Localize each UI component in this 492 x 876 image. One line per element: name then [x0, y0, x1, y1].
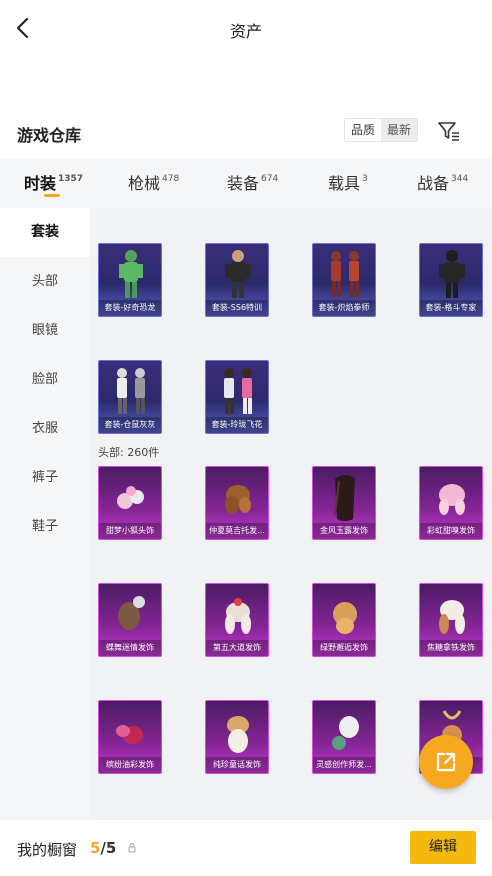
suit-card[interactable]: 套装-玲珑飞花 [205, 360, 269, 434]
suit-figure-icon [225, 250, 251, 298]
sidebar-item-head[interactable]: 头部 [0, 257, 90, 306]
head-item-card[interactable]: 仲夏莫吉托发... [205, 466, 269, 540]
tab-count: 344 [451, 174, 469, 184]
suit-figure-icon [331, 251, 359, 297]
hair-accessory-icon [332, 716, 359, 750]
page-title: 资产 [229, 22, 262, 41]
suit-card[interactable]: 套装-SS6特训 [205, 243, 269, 317]
item-name: 蝶舞迷情发饰 [99, 640, 161, 656]
sidebar-item-pants[interactable]: 裤子 [0, 453, 90, 502]
showcase-current: 5 [90, 839, 101, 857]
suit-card[interactable]: 套装-好奇恐龙 [98, 243, 162, 317]
sidebar-item-clothes[interactable]: 衣服 [0, 404, 90, 453]
nav-bar: 资产 [0, 0, 492, 58]
tab-supplies[interactable]: 战备 344 [417, 170, 468, 194]
suit-card[interactable]: 套装-炽焰拳师 [312, 243, 376, 317]
head-item-card[interactable]: 甜梦小狐头饰 [98, 466, 162, 540]
suit-card[interactable]: 套装-仓鼠灰灰 [98, 360, 162, 434]
item-name: 焦糖拿铁发饰 [420, 640, 482, 656]
share-external-icon [436, 752, 456, 772]
showcase-label: 我的橱窗 [17, 841, 78, 859]
lock-icon [128, 842, 136, 853]
head-item-card[interactable]: 灵感创作师发... [312, 700, 376, 774]
tab-label: 装备 [227, 174, 260, 193]
warehouse-title: 游戏仓库 [17, 126, 82, 145]
suit-card[interactable]: 套装-格斗专家 [419, 243, 483, 317]
hair-accessory-icon [227, 716, 249, 753]
active-tab-indicator [44, 194, 60, 197]
hair-accessory-icon [117, 486, 144, 509]
item-name: 套装-格斗专家 [420, 300, 482, 316]
sort-latest-button[interactable]: 最新 [381, 119, 418, 141]
tab-fashion[interactable]: 时装 1357 [24, 170, 83, 194]
tab-equipment[interactable]: 装备 674 [227, 170, 278, 194]
suit-figure-icon [439, 250, 465, 298]
item-name: 套装-炽焰拳师 [313, 300, 375, 316]
tab-label: 时装 [24, 174, 57, 193]
head-item-card[interactable]: 第五大道发饰 [205, 583, 269, 657]
hair-accessory-icon [333, 602, 357, 634]
tab-guns[interactable]: 枪械 478 [128, 170, 179, 194]
share-fab-button[interactable] [419, 735, 473, 789]
tab-count: 1357 [58, 174, 84, 184]
category-sidebar: 套装 头部 眼镜 脸部 衣服 裤子 鞋子 [0, 208, 90, 820]
head-item-card[interactable]: 缤纷油彩发饰 [98, 700, 162, 774]
filter-icon[interactable] [437, 120, 461, 142]
tab-label: 战备 [417, 174, 450, 193]
head-item-card[interactable]: 绿野邂逅发饰 [312, 583, 376, 657]
tab-count: 674 [261, 174, 279, 184]
item-name: 套装-玲珑飞花 [206, 417, 268, 433]
showcase-bar: 我的橱窗 5/5 编辑 [0, 820, 492, 876]
tab-count: 3 [362, 174, 368, 184]
hair-accessory-icon [439, 484, 465, 515]
tab-count: 478 [162, 174, 180, 184]
suit-figure-icon [224, 368, 252, 414]
item-grid: 套装-好奇恐龙 套装-SS6特训 套装-炽焰拳师 套装-格斗专家 套装-仓鼠灰灰… [90, 208, 492, 820]
sidebar-item-shoes[interactable]: 鞋子 [0, 502, 90, 551]
item-name: 彩虹甜嗅发饰 [420, 523, 482, 539]
head-item-card[interactable]: 蝶舞迷情发饰 [98, 583, 162, 657]
sort-quality-button[interactable]: 品质 [345, 119, 382, 141]
sidebar-item-glasses[interactable]: 眼镜 [0, 306, 90, 355]
sort-toggle: 品质 最新 [344, 118, 419, 142]
hair-accessory-icon [118, 596, 145, 630]
hair-accessory-icon [334, 475, 355, 521]
tab-label: 枪械 [128, 174, 161, 193]
head-item-card[interactable]: 纯珍童话发饰 [205, 700, 269, 774]
head-section-label: 头部: 260件 [98, 446, 160, 459]
sidebar-item-suit[interactable]: 套装 [0, 208, 90, 257]
item-name: 缤纷油彩发饰 [99, 757, 161, 773]
hair-accessory-icon [439, 600, 465, 634]
showcase-count: 5/5 [90, 839, 116, 857]
item-name: 套装-好奇恐龙 [99, 300, 161, 316]
item-name: 仲夏莫吉托发... [206, 523, 268, 539]
item-name: 灵感创作师发... [313, 757, 375, 773]
hair-accessory-icon [116, 725, 143, 744]
suit-figure-icon [117, 368, 145, 414]
tab-label: 载具 [328, 174, 361, 193]
head-item-card[interactable]: 焦糖拿铁发饰 [419, 583, 483, 657]
item-name: 绿野邂逅发饰 [313, 640, 375, 656]
item-name: 套装-仓鼠灰灰 [99, 417, 161, 433]
head-item-card[interactable]: 金风玉露发饰 [312, 466, 376, 540]
item-name: 套装-SS6特训 [206, 300, 268, 316]
tab-vehicles[interactable]: 载具 3 [328, 170, 368, 194]
item-name: 第五大道发饰 [206, 640, 268, 656]
hair-accessory-icon [225, 485, 251, 514]
sidebar-item-face[interactable]: 脸部 [0, 355, 90, 404]
suit-figure-icon [119, 250, 143, 298]
head-item-card[interactable]: 彩虹甜嗅发饰 [419, 466, 483, 540]
hair-accessory-icon [225, 598, 251, 634]
screen: 资产 游戏仓库 品质 最新 时装 1357 枪械 478 装备 674 载具 3 战备 3… [0, 0, 492, 876]
warehouse-header: 游戏仓库 品质 最新 [0, 118, 492, 148]
edit-button[interactable]: 编辑 [410, 831, 476, 864]
item-name: 甜梦小狐头饰 [99, 523, 161, 539]
item-name: 纯珍童话发饰 [206, 757, 268, 773]
item-name: 金风玉露发饰 [313, 523, 375, 539]
category-tabs: 时装 1357 枪械 478 装备 674 载具 3 战备 344 [0, 158, 492, 208]
showcase-total: /5 [100, 839, 117, 857]
